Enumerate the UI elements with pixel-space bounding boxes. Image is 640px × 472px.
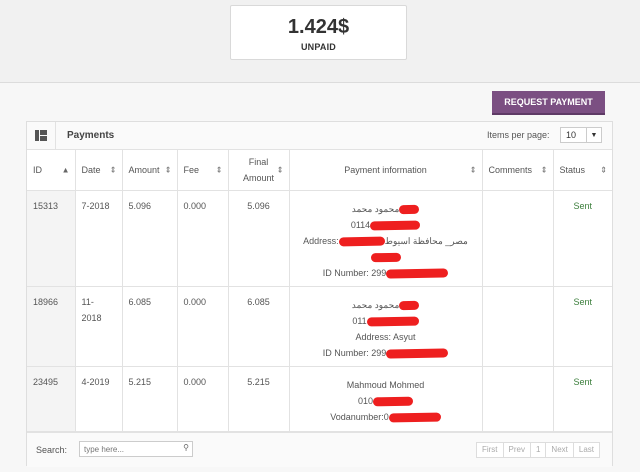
cell-payment-info: Mahmoud Mohmed 010 Vodanumber:0 xyxy=(289,366,483,432)
column-header-fee[interactable]: Fee ⇕ xyxy=(177,150,229,191)
cell-id: 15313 xyxy=(27,190,76,287)
cell-payment-info: محمود محمد 0114 Address: مصر_ محافظة اسيو… xyxy=(289,190,483,287)
pager-last-button[interactable]: Last xyxy=(572,442,600,458)
cell-date: 11-2018 xyxy=(75,286,123,367)
table-row[interactable]: 23495 4-2019 5.215 0.000 5.215 Mahmoud M… xyxy=(27,366,612,432)
unpaid-amount: 1.424$ xyxy=(287,16,350,38)
items-per-page-label: Items per page: xyxy=(487,130,550,140)
search-input[interactable] xyxy=(80,442,174,456)
cell-date: 7-2018 xyxy=(75,190,123,287)
cell-date: 4-2019 xyxy=(75,366,123,432)
pager-prev-button[interactable]: Prev xyxy=(502,442,531,458)
pagination: First Prev 1 Next Last xyxy=(475,442,600,458)
column-header-payment-info[interactable]: Payment information ⇕ xyxy=(289,150,483,191)
cell-status: Sent xyxy=(553,190,612,287)
chevron-down-icon: ▼ xyxy=(586,128,601,142)
redaction-mark xyxy=(370,252,401,263)
column-header-amount[interactable]: Amount ⇕ xyxy=(122,150,178,191)
redaction-mark xyxy=(366,316,419,327)
redaction-mark xyxy=(386,268,449,279)
sort-icon: ⇕ xyxy=(469,165,477,175)
redaction-mark xyxy=(386,348,449,359)
sort-icon: ⇕ xyxy=(600,165,607,175)
cell-final-amount: 5.215 xyxy=(228,366,290,432)
search-icon[interactable]: ⚲ xyxy=(183,443,189,452)
pager-first-button[interactable]: First xyxy=(475,442,504,458)
cell-amount: 6.085 xyxy=(122,286,178,367)
grid-icon[interactable] xyxy=(27,122,56,149)
column-header-date[interactable]: Date ⇕ xyxy=(75,150,123,191)
panel-footer: Search: ⚲ First Prev 1 Next Last xyxy=(27,432,612,467)
redaction-mark xyxy=(388,412,441,423)
sort-icon: ⇕ xyxy=(215,165,223,175)
redaction-mark xyxy=(372,396,414,407)
items-per-page-value: 10 xyxy=(566,130,577,140)
cell-fee: 0.000 xyxy=(177,190,229,287)
redaction-mark xyxy=(370,220,421,231)
items-per-page-select[interactable]: 10 ▼ xyxy=(560,127,602,143)
cell-fee: 0.000 xyxy=(177,366,229,432)
panel-header: Payments Items per page: 10 ▼ xyxy=(27,122,612,150)
search-label: Search: xyxy=(36,445,68,455)
cell-comments xyxy=(482,286,554,367)
unpaid-label: UNPAID xyxy=(300,42,337,52)
cell-comments xyxy=(482,190,554,287)
column-header-status[interactable]: Status ⇕ xyxy=(553,150,612,191)
panel-title: Payments xyxy=(67,130,115,141)
sort-icon: ⇕ xyxy=(540,165,548,175)
unpaid-card: 1.424$ UNPAID xyxy=(230,5,407,60)
table-header-row: ID ▲ Date ⇕ Amount ⇕ Fee ⇕ Final Amount ⇕ Pay… xyxy=(27,150,612,191)
redaction-mark xyxy=(399,204,420,215)
cell-id: 23495 xyxy=(27,366,76,432)
redaction-mark xyxy=(338,236,385,247)
cell-comments xyxy=(482,366,554,432)
sort-icon: ⇕ xyxy=(109,165,117,175)
payments-table: ID ▲ Date ⇕ Amount ⇕ Fee ⇕ Final Amount ⇕ Pay… xyxy=(27,150,612,432)
sort-icon: ⇕ xyxy=(276,165,284,175)
cell-status: Sent xyxy=(553,366,612,432)
pager-next-button[interactable]: Next xyxy=(545,442,574,458)
table-row[interactable]: 15313 7-2018 5.096 0.000 5.096 محمود محم… xyxy=(27,190,612,287)
table-row[interactable]: 18966 11-2018 6.085 0.000 6.085 محمود مح… xyxy=(27,286,612,367)
search-field[interactable]: ⚲ xyxy=(79,441,193,457)
cell-final-amount: 5.096 xyxy=(228,190,290,287)
cell-payment-info: محمود محمد 011 Address: Asyut ID Number:… xyxy=(289,286,483,367)
column-header-comments[interactable]: Comments ⇕ xyxy=(482,150,554,191)
cell-final-amount: 6.085 xyxy=(228,286,290,367)
sort-icon: ⇕ xyxy=(164,165,172,175)
cell-id: 18966 xyxy=(27,286,76,367)
sort-asc-icon: ▲ xyxy=(61,165,70,175)
cell-amount: 5.096 xyxy=(122,190,178,287)
cell-status: Sent xyxy=(553,286,612,367)
column-header-final-amount[interactable]: Final Amount ⇕ xyxy=(228,150,290,191)
column-header-id[interactable]: ID ▲ xyxy=(27,150,76,191)
cell-amount: 5.215 xyxy=(122,366,178,432)
payments-panel: Payments Items per page: 10 ▼ ID ▲ Date ⇕ … xyxy=(26,121,613,467)
redaction-mark xyxy=(399,300,420,311)
cell-fee: 0.000 xyxy=(177,286,229,367)
request-payment-button[interactable]: REQUEST PAYMENT xyxy=(492,91,605,115)
pager-page-1-button[interactable]: 1 xyxy=(529,442,547,458)
